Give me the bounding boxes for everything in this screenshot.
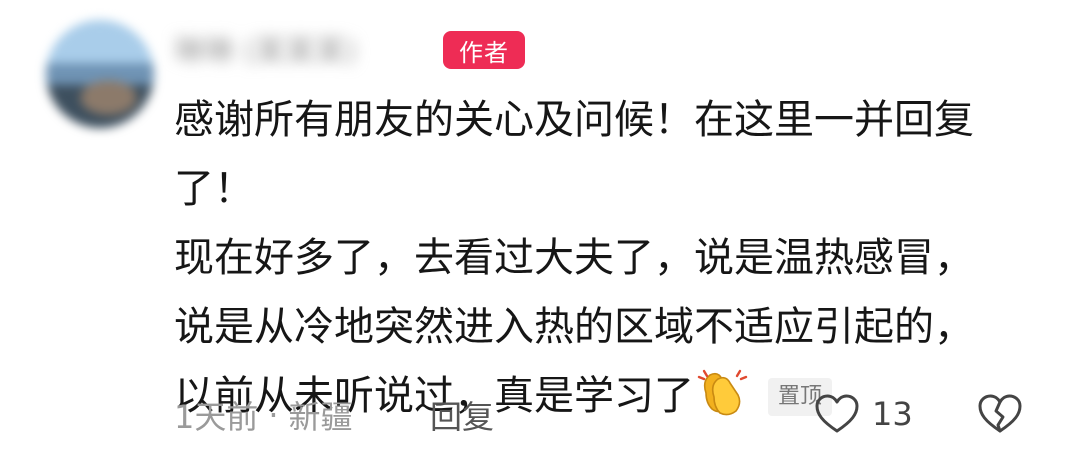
heart-outline-icon[interactable] — [814, 393, 860, 435]
comment-line: 了！ — [174, 166, 254, 212]
comment-time: 1天前 — [174, 398, 259, 436]
comment-line: 现在好多了，去看过大夫了，说是温热感冒， — [174, 235, 974, 281]
broken-heart-icon[interactable] — [977, 393, 1023, 435]
comment-line: 感谢所有朋友的关心及问候！在这里一并回复 — [174, 97, 974, 143]
comment-text: 感谢所有朋友的关心及问候！在这里一并回复 了！ 现在好多了，去看过大夫了，说是温… — [174, 86, 1044, 431]
like-button[interactable]: 13 — [814, 388, 913, 440]
dislike-button[interactable] — [974, 388, 1026, 440]
comment-meta: 1天前 · 新疆 — [174, 392, 353, 438]
author-name[interactable]: 琳琳 (某某某) — [174, 28, 424, 69]
comment-location: 新疆 — [288, 398, 353, 436]
like-count: 13 — [872, 395, 913, 433]
avatar[interactable] — [46, 20, 154, 128]
reply-button[interactable]: 回复 — [430, 392, 494, 438]
clapping-hands-icon — [696, 367, 750, 417]
comment-item: 琳琳 (某某某) 作者 感谢所有朋友的关心及问候！在这里一并回复 了！ 现在好多… — [0, 0, 1080, 474]
author-badge: 作者 — [443, 31, 525, 69]
meta-separator: · — [268, 396, 279, 434]
comment-line: 说是从冷地突然进入热的区域不适应引起的， — [174, 304, 974, 350]
